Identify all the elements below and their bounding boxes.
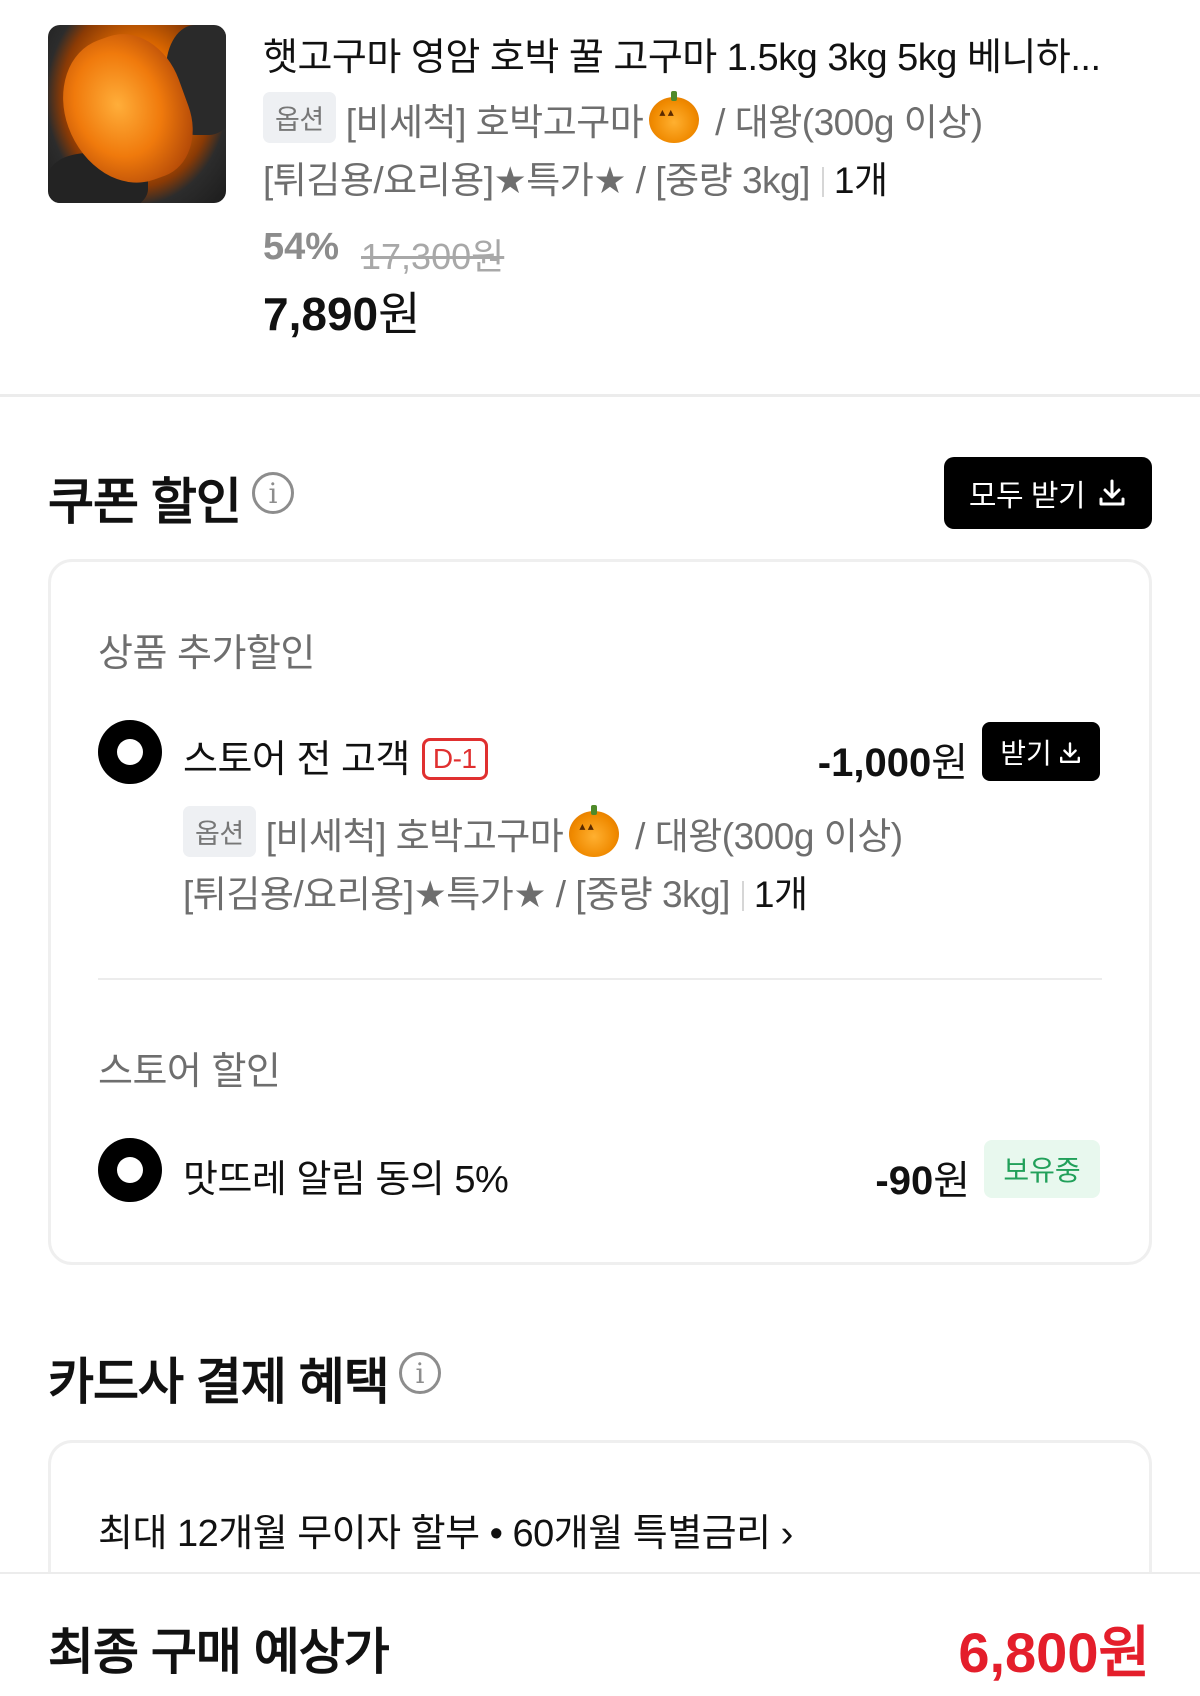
owned-badge: 보유중 [984,1140,1100,1198]
option-text-b: / 대왕(300g 이상) [625,816,903,857]
product-title[interactable]: 햇고구마 영암 호박 꿀 고구마 1.5kg 3kg 5kg 베니하... [263,26,1143,81]
option-text-2: [튀김용/요리용]★특가★ / [중량 3kg] [263,160,810,201]
chevron-right-icon: › [780,1513,794,1555]
coupon-option-line-1: 옵션[비세척] 호박고구마 / 대왕(300g 이상) [183,805,903,860]
coupon-section-title: 쿠폰 할인 [48,474,242,530]
original-price: 17,300원 [361,236,505,277]
quantity-separator [741,881,744,911]
store-coupon-amount-value: -90 [875,1159,934,1203]
download-icon [1097,478,1127,508]
coupon-radio-store-discount[interactable] [98,1138,162,1202]
quantity-separator [821,167,824,197]
coupon-option-line-2: [튀김용/요리용]★특가★ / [중량 3kg] 1개 [183,864,808,918]
card-benefit-text: 최대 12개월 무이자 할부 • 60개월 특별금리 [98,1513,771,1555]
pumpkin-emoji-icon [569,805,620,857]
dday-badge: D-1 [421,738,488,780]
info-icon[interactable]: i [252,472,294,514]
coupon-radio-store-all[interactable] [98,720,162,784]
option-tag: 옵션 [263,92,336,143]
discount-percent: 54% [263,226,340,268]
section-divider [0,394,1200,397]
download-all-label: 모두 받기 [968,480,1086,513]
coupon-amount-unit: 원 [931,741,968,785]
product-thumbnail[interactable] [48,25,226,203]
product-option-line-1: 옵션[비세척] 호박고구마 / 대왕(300g 이상) [263,91,983,146]
coupon-inner-divider [98,978,1102,980]
store-coupon-amount: -90원 [875,1148,970,1206]
option-text-a: [비세척] 호박고구마 [345,102,644,143]
final-price-value: 6,800 [958,1621,1099,1684]
store-discount-subtitle: 스토어 할인 [98,1051,281,1093]
download-all-button[interactable]: 모두 받기 [944,457,1152,529]
coupon-store-all: 스토어 전 고객 D-1 [183,728,488,783]
option-text-2: [튀김용/요리용]★특가★ / [중량 3kg] [183,874,730,915]
coupon-amount-value: -1,000 [817,741,932,785]
pumpkin-emoji-icon [649,91,700,143]
card-benefit-title: 카드사 결제 혜택 [48,1354,390,1410]
coupon-quantity: 1개 [753,874,808,915]
product-option-line-2: [튀김용/요리용]★특가★ / [중량 3kg] 1개 [263,150,888,204]
get-coupon-label: 받기 [1000,737,1052,769]
coupon-name: 스토어 전 고객 [183,739,410,781]
info-icon[interactable]: i [399,1352,441,1394]
card-benefit-link[interactable]: 최대 12개월 무이자 할부 • 60개월 특별금리 › [98,1502,793,1557]
store-coupon-amount-unit: 원 [933,1159,970,1203]
download-icon [1058,740,1082,764]
final-price: 6,800원 [958,1608,1150,1689]
option-text-a: [비세척] 호박고구마 [265,816,564,857]
get-coupon-button[interactable]: 받기 [982,722,1100,781]
option-tag: 옵션 [183,806,256,857]
option-text-b: / 대왕(300g 이상) [705,102,983,143]
sale-price-value: 7,890 [263,288,379,340]
coupon-amount: -1,000원 [818,730,968,788]
store-coupon-name: 맛뜨레 알림 동의 5% [183,1159,509,1201]
final-price-unit: 원 [1098,1621,1150,1684]
final-price-label: 최종 구매 예상가 [48,1624,390,1680]
product-extra-discount-subtitle: 상품 추가할인 [98,633,315,675]
sale-price-unit: 원 [378,288,421,340]
sale-price: 7,890원 [263,278,420,344]
product-quantity: 1개 [833,160,888,201]
